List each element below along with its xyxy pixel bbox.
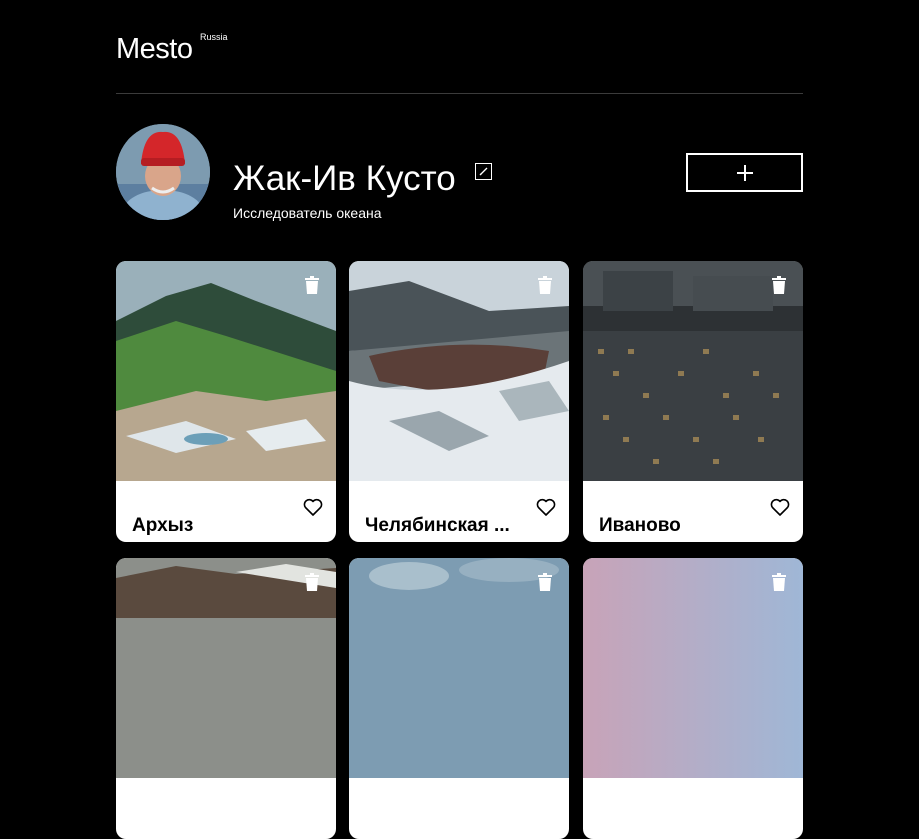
page-header: Mesto Russia bbox=[116, 0, 803, 94]
card-title: Иваново bbox=[599, 514, 681, 536]
profile-name: Жак-Ив Кусто bbox=[233, 159, 456, 199]
profile: Жак-Ив Кусто Исследователь океана bbox=[116, 124, 803, 222]
heart-icon[interactable] bbox=[303, 498, 323, 516]
card-image[interactable] bbox=[349, 558, 569, 778]
card-title: Архыз bbox=[132, 514, 194, 536]
heart-icon[interactable] bbox=[770, 498, 790, 516]
add-card-button[interactable] bbox=[686, 153, 803, 192]
card-description: Архыз bbox=[116, 481, 336, 542]
card-image[interactable] bbox=[583, 261, 803, 481]
card bbox=[116, 558, 336, 839]
trash-icon[interactable] bbox=[536, 276, 554, 294]
pencil-icon bbox=[479, 167, 488, 176]
edit-profile-button[interactable] bbox=[475, 163, 492, 180]
card-description: Иваново bbox=[583, 481, 803, 542]
heart-icon[interactable] bbox=[536, 498, 556, 516]
profile-about: Исследователь океана bbox=[233, 205, 382, 221]
trash-icon[interactable] bbox=[770, 276, 788, 294]
card-image[interactable] bbox=[116, 558, 336, 778]
card: Челябинская ... bbox=[349, 261, 569, 542]
card bbox=[583, 558, 803, 839]
trash-icon[interactable] bbox=[536, 573, 554, 591]
card-image[interactable] bbox=[116, 261, 336, 481]
card-image[interactable] bbox=[583, 558, 803, 778]
trash-icon[interactable] bbox=[303, 573, 321, 591]
trash-icon[interactable] bbox=[303, 276, 321, 294]
card: Архыз bbox=[116, 261, 336, 542]
card: Иваново bbox=[583, 261, 803, 542]
card-title: Челябинская ... bbox=[365, 514, 510, 536]
trash-icon[interactable] bbox=[770, 573, 788, 591]
card-image[interactable] bbox=[349, 261, 569, 481]
card-description: Челябинская ... bbox=[349, 481, 569, 542]
logo-region: Russia bbox=[200, 32, 228, 42]
logo: Mesto bbox=[116, 33, 193, 65]
card bbox=[349, 558, 569, 839]
plus-icon bbox=[737, 165, 753, 181]
avatar[interactable] bbox=[116, 124, 210, 220]
